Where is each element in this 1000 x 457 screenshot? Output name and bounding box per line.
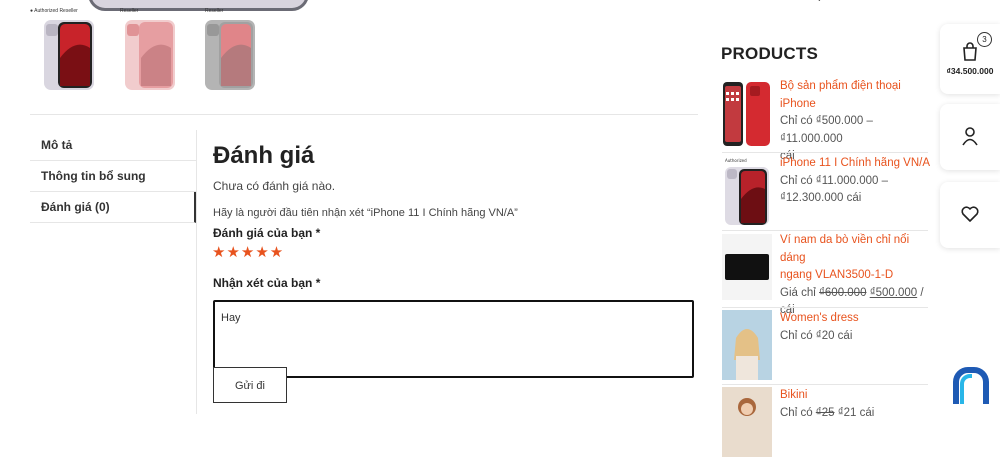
sidebar-product-item[interactable]: Bộ sản phẩm điện thoại iPhone Chỉ có ₫50… — [722, 78, 932, 162]
product-image[interactable] — [722, 78, 772, 148]
sidebar-products-heading: PRODUCTS — [721, 44, 818, 63]
product-link[interactable]: Bộ sản phẩm điện thoại iPhone — [780, 78, 932, 113]
product-name-line: Ví nam da bò viền chỉ nổi dáng — [780, 234, 910, 264]
tab-reviews[interactable]: Đánh giá (0) — [30, 192, 196, 223]
apple-logo-icon: ● — [30, 8, 34, 14]
product-image[interactable] — [722, 387, 772, 457]
content-divider — [30, 114, 698, 115]
star-rating[interactable]: ★★★★★ — [212, 243, 284, 261]
badge-text: Reseller — [205, 8, 224, 14]
cart-total: ₫34.500.000 — [946, 66, 994, 76]
rating-label: Đánh giá của bạn * — [213, 226, 321, 240]
reviews-heading: Đánh giá — [213, 142, 315, 169]
product-separator — [722, 384, 928, 385]
sidebar-product-item[interactable]: Ví nam da bò viền chỉ nổi dáng ngang VLA… — [722, 232, 932, 316]
product-image[interactable]: Authorized — [722, 155, 772, 225]
badge-text: Reseller — [120, 8, 139, 14]
product-thumbnail[interactable] — [201, 18, 259, 90]
first-review-prompt: Hãy là người đầu tiên nhận xét “iPhone 1… — [213, 207, 518, 219]
apple-reseller-badge: ● Authorized Reseller — [30, 9, 78, 14]
product-name-line: ngang VLAN3500-1-D — [780, 269, 894, 281]
product-price: Chỉ có ₫25 ₫21 cái — [780, 405, 932, 423]
product-price: Chỉ có ₫11.000.000 – ₫12.300.000 cái — [780, 173, 932, 208]
submit-review-button[interactable]: Gửi đi — [213, 367, 287, 403]
heart-icon — [961, 206, 979, 222]
product-link[interactable]: Bikini — [780, 387, 932, 405]
tabs-divider — [196, 130, 197, 414]
product-thumbnail[interactable] — [40, 18, 98, 90]
product-price: Chỉ có ₫20 cái — [780, 329, 853, 342]
price-range: Chỉ có ₫500.000 – ₫11.000.000 — [780, 115, 873, 145]
sidebar-product-item[interactable]: Women's dress Chỉ có ₫20 cái — [722, 310, 932, 384]
tab-description[interactable]: Mô tả — [30, 130, 196, 161]
badge-text: Authorized Reseller — [34, 8, 78, 14]
dropdown-arrow-icon: › — [818, 0, 822, 5]
floating-account-button[interactable] — [940, 104, 1000, 170]
product-link[interactable]: Ví nam da bò viền chỉ nổi dáng ngang VLA… — [780, 232, 932, 285]
floating-cart-button[interactable]: 3 ₫34.500.000 — [940, 24, 1000, 94]
price-range: Chỉ có ₫11.000.000 – — [780, 174, 888, 187]
old-price: ₫25 — [815, 406, 835, 419]
product-link[interactable]: Women's dress — [780, 310, 932, 328]
product-tabs: Mô tả Thông tin bổ sung Đánh giá (0) — [30, 130, 196, 223]
product-separator — [722, 230, 928, 231]
product-link[interactable]: iPhone 11 I Chính hãng VN/A — [780, 155, 932, 173]
cart-count-badge: 3 — [977, 32, 992, 47]
cart-icon — [963, 42, 977, 61]
product-thumbnail[interactable] — [121, 18, 179, 90]
product-separator — [722, 307, 928, 308]
price-suffix: / — [917, 286, 924, 299]
no-reviews-text: Chưa có đánh giá nào. — [213, 179, 336, 193]
product-image[interactable] — [722, 310, 772, 380]
brand-logo[interactable] — [952, 366, 990, 406]
svg-text:Authorized: Authorized — [725, 158, 747, 163]
apple-reseller-badge: Reseller — [120, 9, 138, 14]
price-prefix: Chỉ có — [780, 406, 816, 419]
product-image[interactable] — [722, 232, 772, 302]
price-suffix: cái — [856, 406, 875, 419]
sidebar-product-item[interactable]: Bikini Chỉ có ₫25 ₫21 cái — [722, 387, 932, 457]
apple-reseller-badge: Reseller — [205, 9, 223, 14]
price-range: ₫12.300.000 cái — [780, 192, 862, 204]
tab-additional-info[interactable]: Thông tin bổ sung — [30, 161, 196, 192]
product-separator — [722, 152, 928, 153]
old-price: ₫600.000 — [819, 286, 867, 299]
sale-price: ₫500.000 — [869, 286, 918, 299]
sidebar-product-item[interactable]: Authorized iPhone 11 I Chính hãng VN/A C… — [722, 155, 932, 231]
floating-wishlist-button[interactable] — [940, 182, 1000, 248]
price-prefix: Giá chỉ — [780, 286, 819, 299]
comment-label: Nhận xét của bạn * — [213, 276, 321, 290]
sale-price: ₫21 — [837, 406, 857, 419]
user-icon — [962, 127, 978, 146]
